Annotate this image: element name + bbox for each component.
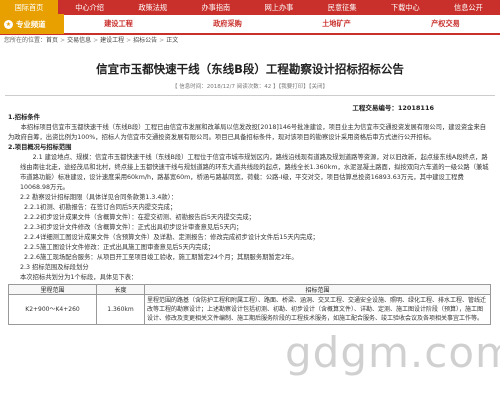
subnav-procurement[interactable]: 政府采购 [173, 19, 282, 29]
list-item: 2.2.4详细测工图设计成果文件（含预算文件）及详勘、定测报告：修改完成初步设计… [24, 234, 319, 241]
breadcrumb-notice[interactable]: 招标公告 [133, 35, 157, 47]
breadcrumb-prefix: 您所在的位置： [4, 37, 47, 44]
channel-icon: ★ [4, 19, 13, 29]
table-row: K2+900～K4+260 1.360km 里程范围的路基（含防护工程和附属工程… [8, 294, 491, 325]
watermark: gdgm.comcn [285, 328, 500, 379]
channel-text: 专业频道 [16, 19, 46, 29]
article-meta: 【 信息时间：2018/12/7 阅读次数：42 】【我要打印】【关闭】 [172, 84, 328, 90]
breadcrumb-current: 正文 [166, 37, 179, 44]
list-item: 2.2.2初步设计成果文件（含概算文件）：在提交初测、初勘报告后5天内提交完成； [24, 214, 255, 221]
list-item: 2.2.1初测、初勘报告：在签订合同后5天内提交完成； [24, 204, 177, 211]
breadcrumb-construction[interactable]: 建设工程 [100, 35, 124, 47]
table-cell-range: K2+900～K4+260 [8, 294, 97, 325]
article-body: 工程交易编号：12018116 1.招标条件 本招标项目信宜市玉都快速干线（东线… [0, 103, 500, 283]
subnav-land[interactable]: 土地矿产 [282, 19, 391, 29]
paragraph: 本招标项目信宜市玉都快速干线（东线B段）工程已由信宜市发展和改革局以信发改投[2… [8, 124, 487, 141]
divider [5, 95, 495, 96]
table-cell-length: 1.360km [96, 294, 145, 325]
paragraph: 2.3 招标范围及标段划分 [20, 264, 89, 271]
table-header: 里程范围 [8, 284, 97, 295]
paragraph: 本次招标共划分为1个标段，具体见下表： [20, 274, 138, 281]
section-heading: 2.项目概况与招标范围 [8, 144, 72, 151]
breadcrumb-trade-info[interactable]: 交易信息 [67, 35, 91, 47]
list-item: 2.2.3初步设计文件修改（含概算文件）：正式出具初步设计审查意见后5天内； [24, 224, 243, 231]
nav-guide[interactable]: 办事指南 [184, 0, 247, 15]
page-title: 信宜市玉都快速干线（东线B段）工程勘察设计招标招标公告 [96, 62, 404, 76]
breadcrumb: 您所在的位置： 首页 > 交易信息 > 建设工程 > 招标公告 > 正文 [0, 35, 500, 47]
nav-home[interactable]: 国际首页 [0, 0, 58, 15]
subnav-property[interactable]: 产权交易 [391, 19, 500, 29]
table-header: 招标范围 [144, 284, 491, 295]
nav-public[interactable]: 信息公开 [437, 0, 500, 15]
list-item: 2.2.5施工图设计文件修改：正式出具施工图审查意见后5天内完成； [24, 244, 215, 251]
top-nav: 国际首页 中心介绍 政策法规 办事指南 网上办事 民意征集 下载中心 信息公开 [0, 0, 500, 15]
nav-policy[interactable]: 政策法规 [121, 0, 184, 15]
nav-online[interactable]: 网上办事 [247, 0, 310, 15]
table-header-row: 里程范围 长度 招标范围 [8, 284, 491, 295]
watermark-text: gdgm.com [285, 328, 500, 377]
nav-download[interactable]: 下载中心 [374, 0, 437, 15]
channel-nav: ★ 专业频道 建设工程 政府采购 土地矿产 产权交易 [0, 14, 500, 35]
paragraph: 2.1 建设地点、规模：信宜市玉都快速干线（东线B段）工程位于信宜市城市规划区内… [20, 154, 489, 191]
section-table: 里程范围 长度 招标范围 K2+900～K4+260 1.360km 里程范围的… [8, 284, 491, 325]
channel-label: ★ 专业频道 [0, 14, 64, 34]
nav-opinion[interactable]: 民意征集 [311, 0, 374, 15]
nav-intro[interactable]: 中心介绍 [58, 0, 121, 15]
trade-code: 工程交易编号：12018116 [352, 104, 434, 112]
section-heading: 1.招标条件 [8, 114, 40, 121]
subnav-construction[interactable]: 建设工程 [64, 19, 173, 29]
paragraph: 2.2 勘察设计招标期限（具体详见合同条款第1.3.4款）： [20, 194, 178, 201]
table-header: 长度 [96, 284, 145, 295]
list-item: 2.2.6施工现场配合服务：从项目开工至项目竣工验收，施工期暂定24个月；其期服… [24, 254, 298, 261]
table-cell-scope: 里程范围的路基（含防护工程和附属工程）、路面、桥梁、涵洞、交叉工程、交通安全设施… [144, 294, 491, 325]
breadcrumb-home[interactable]: 首页 [46, 35, 58, 47]
